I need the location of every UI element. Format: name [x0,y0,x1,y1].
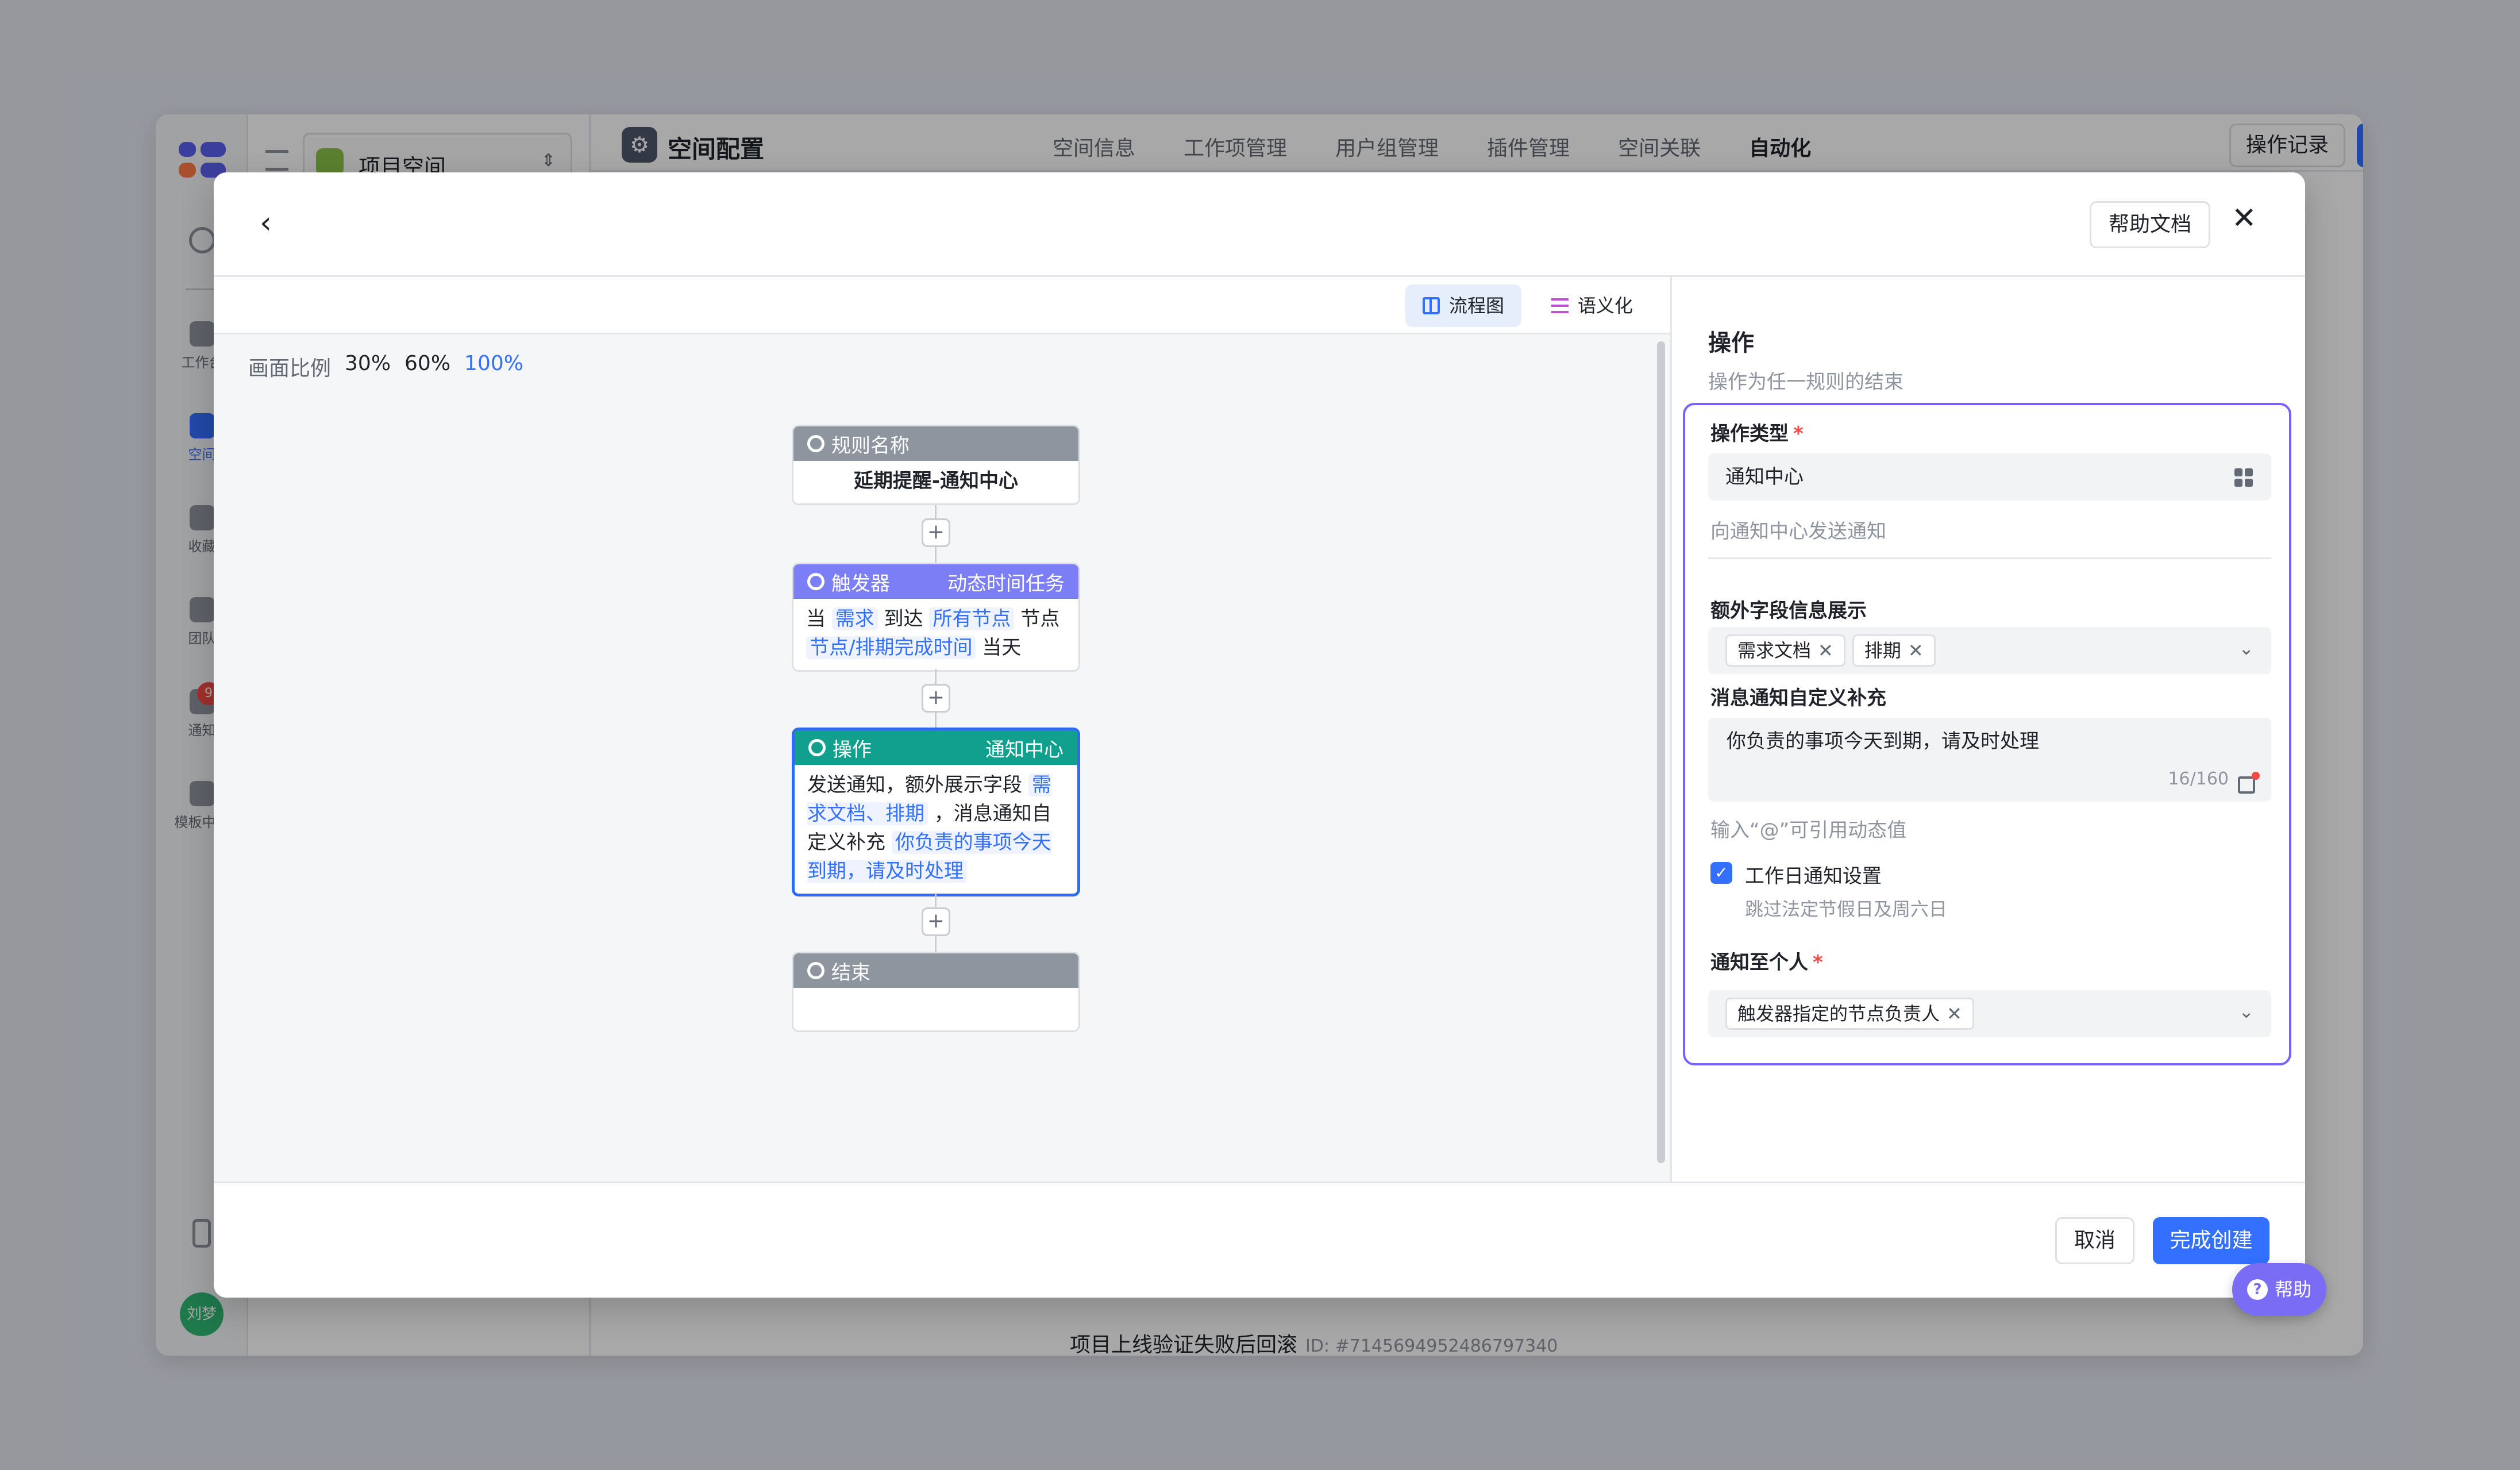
trigger-description: 当 需求 到达 所有节点 节点 节点/排期完成时间 当天 [793,599,1078,670]
required-mark: * [1793,422,1804,445]
end-node[interactable]: 结束 [792,952,1080,1032]
tag-remove-icon[interactable]: ✕ [1818,640,1833,661]
char-count: 16/160 [2168,769,2229,789]
back-icon[interactable]: ‹ [260,206,272,240]
extra-fields-label: 额外字段信息展示 [1710,599,1867,622]
flow-canvas: 流程图 语义化 画面比例 30% 60% 100% 规则名称 延期提醒-通知中心… [214,277,1672,1182]
action-type-select[interactable]: 通知中心 [1708,453,2271,501]
tag-text: 触发器指定的节点负责人 [1737,1003,1940,1025]
zoom-100[interactable]: 100% [464,352,523,382]
action-type-label: 操作类型 * [1710,418,1804,446]
label-text: 通知至个人 [1710,951,1808,974]
zoom-30[interactable]: 30% [345,352,391,382]
node-tag: 通知中心 [985,738,1064,761]
panel-title: 操作 [1708,330,1754,356]
automation-rule-modal: ‹ 帮助文档 ✕ 流程图 语义化 画面比例 30% 60% 100% 规则名称 [214,172,2305,1298]
custom-message-textarea[interactable]: 你负责的事项今天到期，请及时处理 16/160 [1708,718,2271,802]
node-header: 规则名称 [793,426,1078,461]
text-segment: 当 [806,607,826,630]
question-icon: ? [2247,1279,2268,1300]
workday-label[interactable]: 工作日通知设置 [1745,860,1882,888]
node-title: 触发器 [831,572,890,595]
text-segment: 节点 [1020,607,1060,630]
close-icon[interactable]: ✕ [2232,201,2257,236]
node-header: 操作 通知中心 [795,730,1077,765]
action-node[interactable]: 操作 通知中心 发送通知，额外展示字段 需求文档、排期 ，消息通知自定义补充 你… [792,728,1080,896]
highlight-segment: 需求 [831,607,878,630]
view-semantic-button[interactable]: 语义化 [1534,284,1650,327]
custom-message-hint: 输入“@”可引用动态值 [1710,819,1907,842]
required-mark: * [1813,951,1823,974]
extra-field-tag: 需求文档 ✕ [1725,634,1845,667]
highlight-segment: 所有节点 [929,607,1015,630]
help-doc-button[interactable]: 帮助文档 [2090,201,2210,248]
extra-fields-select[interactable]: 需求文档 ✕ 排期 ✕ ⌄ [1708,627,2271,674]
text-segment: 到达 [884,607,923,630]
extra-field-tag: 排期 ✕ [1852,634,1936,667]
zoom-scale: 画面比例 30% 60% 100% [248,352,523,382]
tag-remove-icon[interactable]: ✕ [1947,1003,1962,1025]
text-segment: 当天 [982,636,1022,659]
tag-remove-icon[interactable]: ✕ [1908,640,1924,661]
floating-help-button[interactable]: ? 帮助 [2232,1263,2326,1316]
action-description: 发送通知，额外展示字段 需求文档、排期 ，消息通知自定义补充 你负责的事项今天到… [795,765,1077,894]
view-toggle-bar: 流程图 语义化 [214,277,1670,334]
modal-header: ‹ 帮助文档 ✕ [214,172,2305,277]
create-button[interactable]: 完成创建 [2153,1217,2269,1264]
add-node-button[interactable]: + [922,684,950,713]
highlight-segment: 节点/排期完成时间 [806,636,976,659]
node-title: 操作 [833,738,872,761]
view-semantic-label: 语义化 [1578,295,1633,317]
add-node-button[interactable]: + [922,907,950,936]
notify-person-tag: 触发器指定的节点负责人 ✕ [1725,998,1974,1030]
tag-text: 需求文档 [1737,640,1812,661]
trigger-icon [807,573,824,590]
workday-checkbox[interactable]: ✓ [1710,862,1732,884]
stop-icon [807,962,824,979]
form-divider [1708,557,2271,559]
text-segment: 发送通知，额外展示字段 [807,774,1022,796]
node-header: 触发器 动态时间任务 [793,564,1078,599]
zoom-60[interactable]: 60% [404,352,450,382]
notify-person-select[interactable]: 触发器指定的节点负责人 ✕ ⌄ [1708,990,2271,1037]
rule-name-node[interactable]: 规则名称 延期提醒-通知中心 [792,425,1080,505]
add-node-button[interactable]: + [922,518,950,547]
action-form-card: 操作类型 * 通知中心 向通知中心发送通知 额外字段信息展示 需求文档 ✕ 排期 ✕ … [1683,403,2291,1065]
trigger-node[interactable]: 触发器 动态时间任务 当 需求 到达 所有节点 节点 节点/排期完成时间 当天 [792,563,1080,672]
action-type-hint: 向通知中心发送通知 [1710,520,1886,543]
rule-name-value: 延期提醒-通知中心 [853,470,1019,492]
label-text: 操作类型 [1710,422,1789,445]
node-title: 结束 [831,961,870,984]
node-tag: 动态时间任务 [947,572,1065,595]
floating-help-label: 帮助 [2274,1279,2311,1300]
view-flow-button[interactable]: 流程图 [1405,284,1522,327]
panel-description: 操作为任一规则的结束 [1708,371,1904,394]
flowchart-icon [1423,297,1440,314]
node-title: 规则名称 [831,434,910,457]
notify-person-label: 通知至个人 * [1710,946,1823,975]
modal-footer: 取消 完成创建 [214,1182,2305,1298]
action-icon [808,739,826,756]
list-icon [1551,297,1569,314]
canvas-scrollbar[interactable] [1657,341,1665,1163]
cancel-button[interactable]: 取消 [2055,1217,2134,1264]
chevron-down-icon: ⌄ [2238,637,2254,659]
action-config-panel: 操作 操作为任一规则的结束 操作类型 * 通知中心 向通知中心发送通知 额外字段信… [1674,277,2305,1182]
dynamic-value-icon[interactable] [2238,772,2260,794]
node-header: 结束 [793,953,1078,988]
workday-hint: 跳过法定节假日及周六日 [1745,898,1948,920]
action-type-value: 通知中心 [1725,465,1804,488]
custom-message-value: 你负责的事项今天到期，请及时处理 [1727,730,2039,753]
view-flow-label: 流程图 [1449,295,1505,317]
zoom-scale-label: 画面比例 [248,357,332,380]
apps-icon [2234,468,2254,488]
chevron-down-icon: ⌄ [2238,1000,2254,1022]
tag-text: 排期 [1864,640,1901,661]
play-icon [807,435,824,452]
custom-message-label: 消息通知自定义补充 [1710,687,1886,710]
